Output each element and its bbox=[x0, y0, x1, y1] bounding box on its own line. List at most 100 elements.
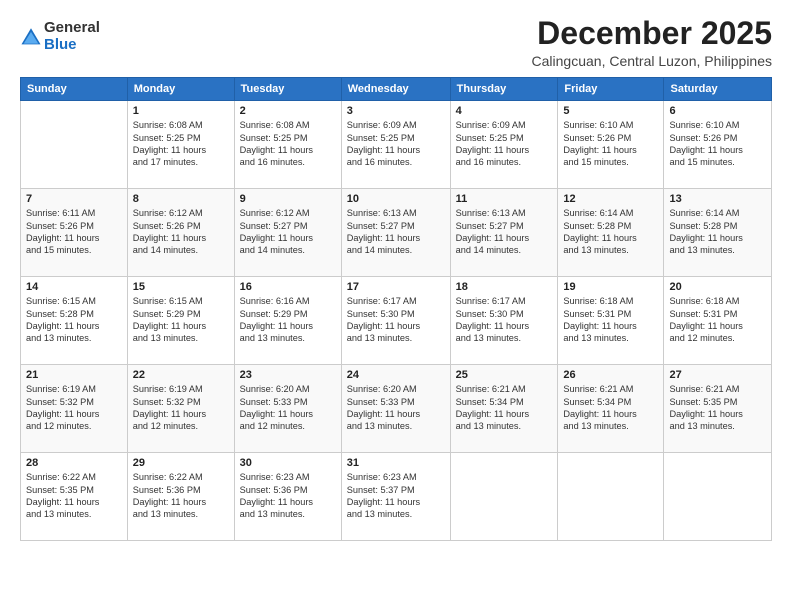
day-number: 20 bbox=[669, 281, 766, 293]
day-info: Sunrise: 6:14 AM Sunset: 5:28 PM Dayligh… bbox=[669, 207, 766, 257]
week-row-3: 21 Sunrise: 6:19 AM Sunset: 5:32 PM Dayli… bbox=[21, 365, 772, 453]
week-row-1: 7Sunrise: 6:11 AM Sunset: 5:26 PM Daylig… bbox=[21, 189, 772, 277]
header-cell-saturday: Saturday bbox=[664, 78, 772, 101]
day-number: 4 bbox=[456, 105, 553, 117]
day-number: 25 bbox=[456, 369, 553, 381]
day-info: Sunrise: 6:22 AM Sunset: 5:36 PM Dayligh… bbox=[133, 471, 229, 521]
calendar-cell bbox=[558, 453, 664, 541]
calendar-cell: 5Sunrise: 6:10 AM Sunset: 5:26 PM Daylig… bbox=[558, 101, 664, 189]
calendar-cell: 15 Sunrise: 6:15 AM Sunset: 5:29 PM Dayli… bbox=[127, 277, 234, 365]
week-row-0: 1 Sunrise: 6:08 AM Sunset: 5:25 PM Daylig… bbox=[21, 101, 772, 189]
header: General Blue December 2025 Calingcuan, C… bbox=[20, 16, 772, 69]
day-info: Sunrise: 6:13 AM Sunset: 5:27 PM Dayligh… bbox=[347, 207, 445, 257]
day-info: Sunrise: 6:21 AM Sunset: 5:34 PM Dayligh… bbox=[456, 383, 553, 433]
day-info: Sunrise: 6:15 AM Sunset: 5:29 PM Dayligh… bbox=[133, 295, 229, 345]
day-number: 30 bbox=[240, 457, 336, 469]
day-info: Sunrise: 6:09 AM Sunset: 5:25 PM Dayligh… bbox=[456, 119, 553, 169]
calendar-cell: 23Sunrise: 6:20 AM Sunset: 5:33 PM Dayli… bbox=[234, 365, 341, 453]
calendar-cell: 7Sunrise: 6:11 AM Sunset: 5:26 PM Daylig… bbox=[21, 189, 128, 277]
calendar-cell: 18Sunrise: 6:17 AM Sunset: 5:30 PM Dayli… bbox=[450, 277, 558, 365]
day-number: 2 bbox=[240, 105, 336, 117]
calendar-cell: 31Sunrise: 6:23 AM Sunset: 5:37 PM Dayli… bbox=[341, 453, 450, 541]
day-info: Sunrise: 6:13 AM Sunset: 5:27 PM Dayligh… bbox=[456, 207, 553, 257]
calendar-cell: 27 Sunrise: 6:21 AM Sunset: 5:35 PM Dayli… bbox=[664, 365, 772, 453]
day-number: 11 bbox=[456, 193, 553, 205]
day-number: 16 bbox=[240, 281, 336, 293]
calendar-cell: 24Sunrise: 6:20 AM Sunset: 5:33 PM Dayli… bbox=[341, 365, 450, 453]
day-number: 1 bbox=[133, 105, 229, 117]
calendar-cell: 21 Sunrise: 6:19 AM Sunset: 5:32 PM Dayli… bbox=[21, 365, 128, 453]
week-row-4: 28Sunrise: 6:22 AM Sunset: 5:35 PM Dayli… bbox=[21, 453, 772, 541]
calendar-cell: 8Sunrise: 6:12 AM Sunset: 5:26 PM Daylig… bbox=[127, 189, 234, 277]
calendar-cell: 14 Sunrise: 6:15 AM Sunset: 5:28 PM Dayli… bbox=[21, 277, 128, 365]
day-info: Sunrise: 6:19 AM Sunset: 5:32 PM Dayligh… bbox=[133, 383, 229, 433]
day-number: 9 bbox=[240, 193, 336, 205]
day-info: Sunrise: 6:16 AM Sunset: 5:29 PM Dayligh… bbox=[240, 295, 336, 345]
day-number: 26 bbox=[563, 369, 658, 381]
calendar-cell: 19Sunrise: 6:18 AM Sunset: 5:31 PM Dayli… bbox=[558, 277, 664, 365]
day-info: Sunrise: 6:17 AM Sunset: 5:30 PM Dayligh… bbox=[347, 295, 445, 345]
calendar-cell: 3 Sunrise: 6:09 AM Sunset: 5:25 PM Daylig… bbox=[341, 101, 450, 189]
calendar-cell: 11 Sunrise: 6:13 AM Sunset: 5:27 PM Dayli… bbox=[450, 189, 558, 277]
calendar-cell: 26 Sunrise: 6:21 AM Sunset: 5:34 PM Dayli… bbox=[558, 365, 664, 453]
day-number: 22 bbox=[133, 369, 229, 381]
day-info: Sunrise: 6:19 AM Sunset: 5:32 PM Dayligh… bbox=[26, 383, 122, 433]
day-number: 27 bbox=[669, 369, 766, 381]
day-number: 31 bbox=[347, 457, 445, 469]
day-number: 29 bbox=[133, 457, 229, 469]
day-number: 14 bbox=[26, 281, 122, 293]
day-number: 3 bbox=[347, 105, 445, 117]
day-number: 18 bbox=[456, 281, 553, 293]
location: Calingcuan, Central Luzon, Philippines bbox=[532, 53, 772, 69]
day-number: 7 bbox=[26, 193, 122, 205]
calendar-cell: 20 Sunrise: 6:18 AM Sunset: 5:31 PM Dayli… bbox=[664, 277, 772, 365]
calendar-table: SundayMondayTuesdayWednesdayThursdayFrid… bbox=[20, 77, 772, 541]
calendar-cell: 29 Sunrise: 6:22 AM Sunset: 5:36 PM Dayli… bbox=[127, 453, 234, 541]
day-number: 15 bbox=[133, 281, 229, 293]
logo-text: General Blue bbox=[44, 20, 100, 53]
day-number: 6 bbox=[669, 105, 766, 117]
calendar-cell: 17Sunrise: 6:17 AM Sunset: 5:30 PM Dayli… bbox=[341, 277, 450, 365]
calendar-cell: 2 Sunrise: 6:08 AM Sunset: 5:25 PM Daylig… bbox=[234, 101, 341, 189]
calendar-cell bbox=[21, 101, 128, 189]
title-block: December 2025 Calingcuan, Central Luzon,… bbox=[532, 16, 772, 69]
day-info: Sunrise: 6:10 AM Sunset: 5:26 PM Dayligh… bbox=[669, 119, 766, 169]
week-row-2: 14 Sunrise: 6:15 AM Sunset: 5:28 PM Dayli… bbox=[21, 277, 772, 365]
calendar-cell: 9 Sunrise: 6:12 AM Sunset: 5:27 PM Daylig… bbox=[234, 189, 341, 277]
calendar-cell: 13 Sunrise: 6:14 AM Sunset: 5:28 PM Dayli… bbox=[664, 189, 772, 277]
day-info: Sunrise: 6:18 AM Sunset: 5:31 PM Dayligh… bbox=[669, 295, 766, 345]
header-cell-friday: Friday bbox=[558, 78, 664, 101]
day-number: 19 bbox=[563, 281, 658, 293]
header-cell-tuesday: Tuesday bbox=[234, 78, 341, 101]
calendar-cell: 12Sunrise: 6:14 AM Sunset: 5:28 PM Dayli… bbox=[558, 189, 664, 277]
calendar-cell: 30Sunrise: 6:23 AM Sunset: 5:36 PM Dayli… bbox=[234, 453, 341, 541]
day-info: Sunrise: 6:22 AM Sunset: 5:35 PM Dayligh… bbox=[26, 471, 122, 521]
header-row: SundayMondayTuesdayWednesdayThursdayFrid… bbox=[21, 78, 772, 101]
day-info: Sunrise: 6:21 AM Sunset: 5:35 PM Dayligh… bbox=[669, 383, 766, 433]
calendar-cell: 1Sunrise: 6:08 AM Sunset: 5:25 PM Daylig… bbox=[127, 101, 234, 189]
calendar-body: 1 Sunrise: 6:08 AM Sunset: 5:25 PM Daylig… bbox=[21, 101, 772, 541]
calendar-cell: 6 Sunrise: 6:10 AM Sunset: 5:26 PM Daylig… bbox=[664, 101, 772, 189]
day-info: Sunrise: 6:20 AM Sunset: 5:33 PM Dayligh… bbox=[347, 383, 445, 433]
logo: General Blue bbox=[20, 20, 100, 53]
calendar-cell: 25 Sunrise: 6:21 AM Sunset: 5:34 PM Dayli… bbox=[450, 365, 558, 453]
header-cell-thursday: Thursday bbox=[450, 78, 558, 101]
logo-general-text: General bbox=[44, 20, 100, 37]
day-info: Sunrise: 6:21 AM Sunset: 5:34 PM Dayligh… bbox=[563, 383, 658, 433]
calendar-cell: 4 Sunrise: 6:09 AM Sunset: 5:25 PM Daylig… bbox=[450, 101, 558, 189]
calendar-cell bbox=[450, 453, 558, 541]
calendar-header: SundayMondayTuesdayWednesdayThursdayFrid… bbox=[21, 78, 772, 101]
day-info: Sunrise: 6:15 AM Sunset: 5:28 PM Dayligh… bbox=[26, 295, 122, 345]
day-info: Sunrise: 6:08 AM Sunset: 5:25 PM Dayligh… bbox=[240, 119, 336, 169]
page: General Blue December 2025 Calingcuan, C… bbox=[0, 0, 792, 612]
day-number: 13 bbox=[669, 193, 766, 205]
calendar-cell: 10Sunrise: 6:13 AM Sunset: 5:27 PM Dayli… bbox=[341, 189, 450, 277]
day-number: 12 bbox=[563, 193, 658, 205]
day-number: 5 bbox=[563, 105, 658, 117]
day-info: Sunrise: 6:12 AM Sunset: 5:26 PM Dayligh… bbox=[133, 207, 229, 257]
day-info: Sunrise: 6:12 AM Sunset: 5:27 PM Dayligh… bbox=[240, 207, 336, 257]
day-number: 23 bbox=[240, 369, 336, 381]
day-info: Sunrise: 6:09 AM Sunset: 5:25 PM Dayligh… bbox=[347, 119, 445, 169]
logo-icon bbox=[20, 26, 42, 48]
day-number: 21 bbox=[26, 369, 122, 381]
